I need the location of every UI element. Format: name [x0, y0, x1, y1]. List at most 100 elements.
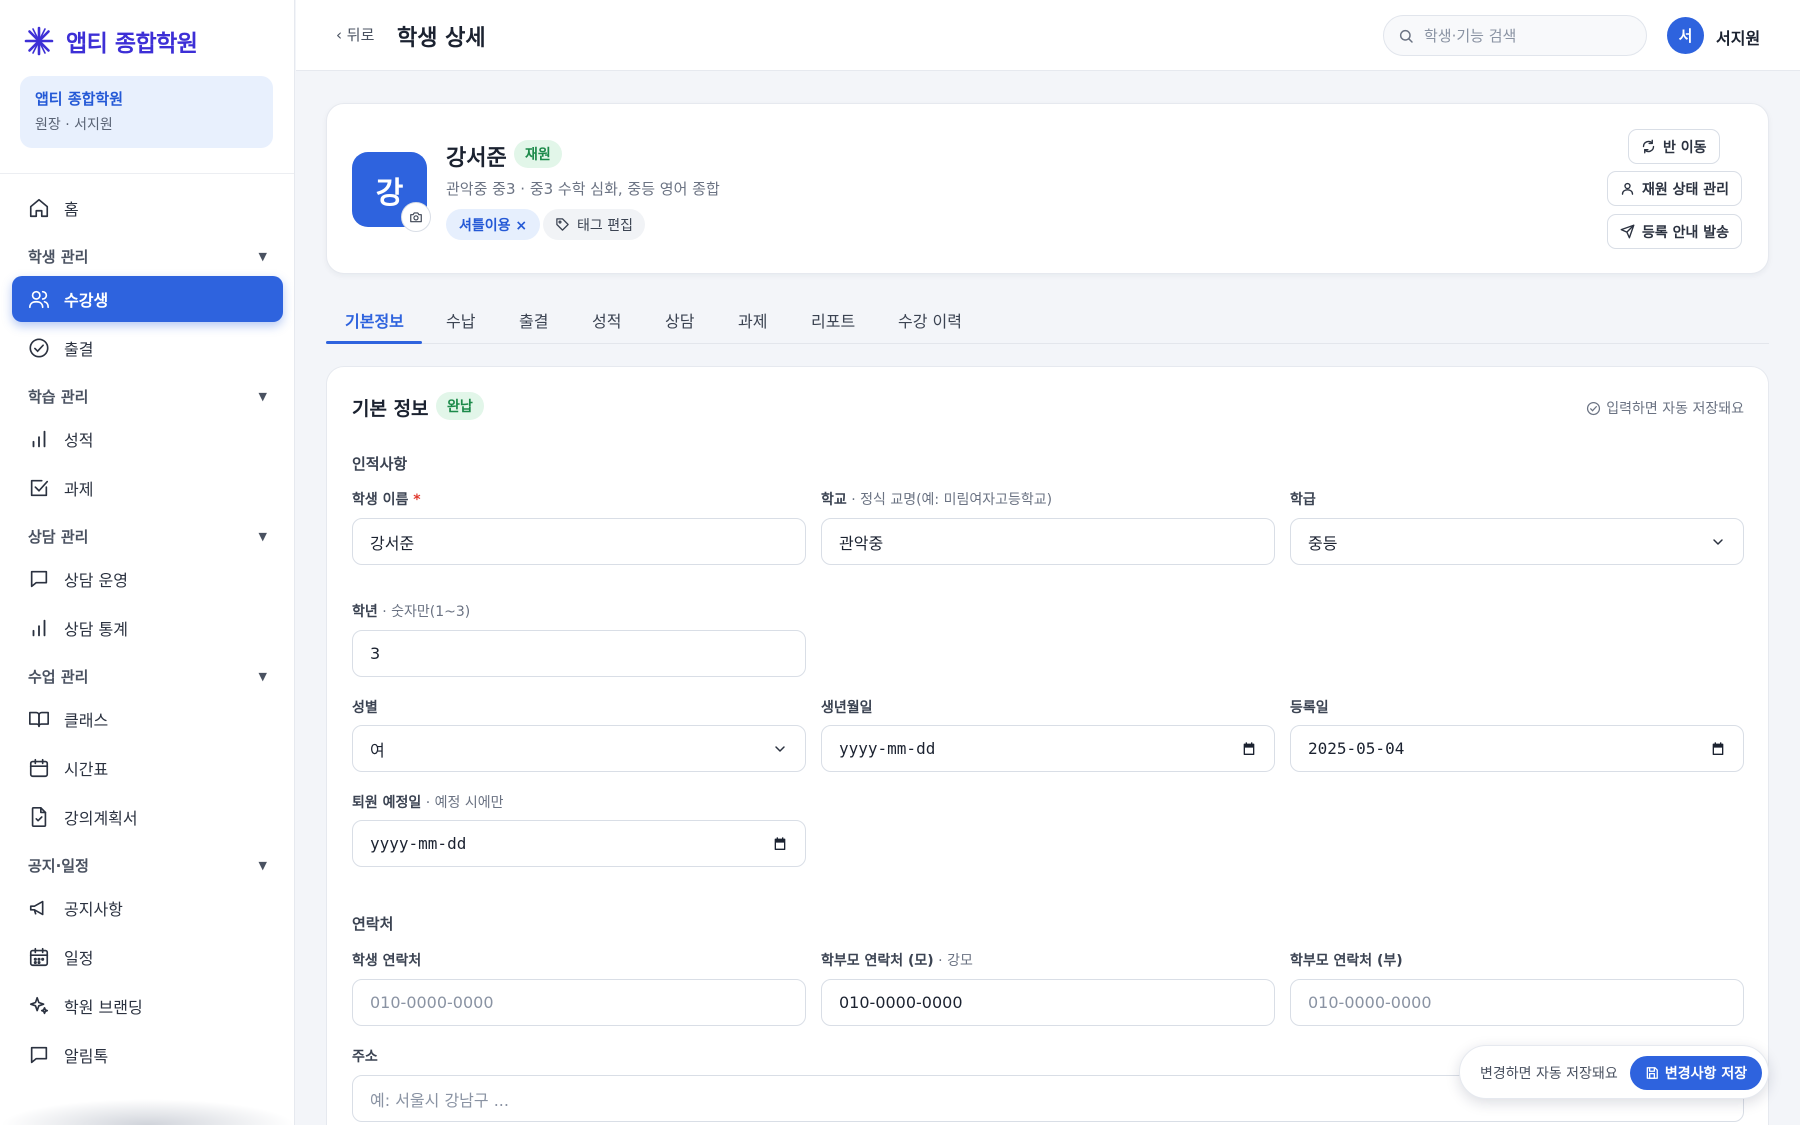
input-value: 관악중	[839, 533, 884, 553]
calendar-days-icon	[28, 946, 50, 968]
bar-chart-icon	[28, 617, 50, 639]
tab-assignments[interactable]: 과제	[738, 308, 767, 332]
father-phone-input[interactable]: 010-0000-0000	[1290, 979, 1744, 1026]
chevron-down-icon	[1710, 534, 1726, 550]
user-avatar[interactable]: 서	[1667, 17, 1704, 54]
search-placeholder: 학생·기능 검색	[1424, 27, 1517, 45]
tab-basic[interactable]: 기본정보	[345, 308, 404, 332]
grade-label: 학년 · 숫자만(1~3)	[352, 601, 470, 621]
tab-history[interactable]: 수강 이력	[898, 308, 962, 332]
bar-chart-icon	[28, 428, 50, 450]
calendar-icon[interactable]	[772, 836, 788, 852]
tag-icon	[555, 217, 570, 232]
level-label: 학급	[1290, 492, 1316, 508]
manage-status-button[interactable]: 재원 상태 관리	[1607, 171, 1743, 206]
message-square-icon	[28, 1044, 50, 1066]
camera-icon[interactable]	[401, 202, 431, 232]
tab-counsel[interactable]: 상담	[665, 308, 694, 332]
sidebar-item-timetable[interactable]: 시간표	[12, 745, 283, 791]
top-bar: ‹ 뒤로 학생 상세 학생·기능 검색 서 서지원	[296, 0, 1800, 71]
input-value: yyyy-mm-dd	[839, 739, 936, 758]
mother-phone-input[interactable]: 010-0000-0000	[821, 979, 1275, 1026]
label-hint: · 강모	[933, 953, 973, 969]
student-name-input[interactable]: 강서준	[352, 518, 806, 565]
sidebar-group-class[interactable]: 수업 관리 ▼	[28, 661, 267, 691]
level-select[interactable]: 중등	[1290, 518, 1744, 565]
calendar-icon[interactable]	[1241, 741, 1257, 757]
sidebar-nav: 홈 학생 관리 ▼ 수강생 출결 학습 관리 ▼ 성적 과제 상담 관리 ▼ 상…	[0, 185, 294, 1081]
tag-chip-shuttle[interactable]: 셔틀이용 ×	[446, 209, 541, 240]
student-subtitle: 관악중 중3 · 중3 수학 심화, 중등 영어 종합	[446, 180, 720, 198]
required-mark: *	[413, 492, 421, 508]
mother-phone-label: 학부모 연락처 (모) · 강모	[821, 950, 973, 970]
sidebar-item-schedule[interactable]: 일정	[12, 934, 283, 980]
input-value: 3	[370, 644, 381, 663]
sidebar-item-assignments[interactable]: 과제	[12, 465, 283, 511]
select-value: 여	[370, 740, 385, 760]
school-input[interactable]: 관악중	[821, 518, 1275, 565]
floating-save-bar: 변경하면 자동 저장돼요 변경사항 저장	[1459, 1045, 1769, 1099]
gender-select[interactable]: 여	[352, 725, 806, 772]
app-logo[interactable]: 앱티 종합학원	[24, 24, 198, 58]
sidebar-item-label: 시간표	[64, 760, 109, 779]
basic-info-card: 기본 정보 완납 입력하면 자동 저장돼요 인적사항 학생 이름 * 강서준 학…	[326, 366, 1769, 1125]
check-circle-icon	[28, 337, 50, 359]
calendar-icon[interactable]	[1710, 741, 1726, 757]
label-text: 학부모 연락처 (모)	[821, 953, 934, 969]
leave-date-input[interactable]: yyyy-mm-dd	[352, 820, 806, 867]
send-enroll-button[interactable]: 등록 안내 발송	[1607, 214, 1743, 249]
move-class-button[interactable]: 반 이동	[1628, 129, 1720, 164]
tab-grades[interactable]: 성적	[592, 308, 621, 332]
sidebar-group-notice[interactable]: 공지·일정 ▼	[28, 850, 267, 880]
student-phone-input[interactable]: 010-0000-0000	[352, 979, 806, 1026]
tag-edit-button[interactable]: 태그 편집	[543, 209, 645, 240]
tab-payment[interactable]: 수납	[446, 308, 475, 332]
sidebar-item-home[interactable]: 홈	[12, 185, 283, 231]
tab-attendance[interactable]: 출결	[519, 308, 548, 332]
label-text: 퇴원 예정일	[352, 795, 422, 811]
sidebar-item-branding[interactable]: 학원 브랜딩	[12, 983, 283, 1029]
sidebar-group-student[interactable]: 학생 관리 ▼	[28, 241, 267, 271]
birth-date-input[interactable]: yyyy-mm-dd	[821, 725, 1275, 772]
input-placeholder: 예: 서울시 강남구 ...	[370, 1090, 509, 1110]
autosave-text: 입력하면 자동 저장돼요	[1606, 401, 1744, 417]
enroll-date-input[interactable]: 2025-05-04	[1290, 725, 1744, 772]
sidebar-group-learning[interactable]: 학습 관리 ▼	[28, 381, 267, 411]
section-contact: 연락처	[352, 915, 394, 933]
group-label: 학생 관리	[28, 247, 89, 266]
input-value: 강서준	[370, 533, 415, 553]
status-badge: 재원	[514, 140, 562, 168]
search-input[interactable]: 학생·기능 검색	[1383, 15, 1647, 56]
label-text: 학교	[821, 492, 847, 508]
sidebar-item-label: 출결	[64, 340, 94, 359]
student-name: 강서준	[446, 146, 507, 171]
user-name[interactable]: 서지원	[1716, 25, 1760, 49]
academy-name: 앱티 종합학원	[35, 90, 124, 108]
sidebar-item-label: 과제	[64, 480, 94, 499]
sidebar-item-students[interactable]: 수강생	[12, 276, 283, 322]
input-value: 2025-05-04	[1308, 739, 1405, 758]
sidebar-item-counsel-ops[interactable]: 상담 운영	[12, 556, 283, 602]
checkbox-icon	[28, 477, 50, 499]
sidebar-item-counsel-stats[interactable]: 상담 통계	[12, 605, 283, 651]
back-link[interactable]: ‹ 뒤로	[336, 24, 374, 45]
sidebar-scroll-fade	[0, 1099, 294, 1125]
app-name: 앱티 종합학원	[66, 31, 198, 57]
group-label: 공지·일정	[28, 856, 89, 875]
sidebar-item-syllabus[interactable]: 강의계획서	[12, 794, 283, 840]
sidebar-item-alimtalk[interactable]: 알림톡	[12, 1032, 283, 1078]
sidebar-item-notices[interactable]: 공지사항	[12, 885, 283, 931]
sidebar-item-grades[interactable]: 성적	[12, 416, 283, 462]
sidebar-item-label: 홈	[64, 200, 79, 219]
tab-report[interactable]: 리포트	[811, 308, 855, 332]
check-circle-icon	[1586, 401, 1601, 416]
sidebar-item-classes[interactable]: 클래스	[12, 696, 283, 742]
sidebar-item-attendance[interactable]: 출결	[12, 325, 283, 371]
grade-input[interactable]: 3	[352, 630, 806, 677]
move-class-label: 반 이동	[1663, 139, 1707, 156]
birth-label: 생년월일	[821, 700, 873, 716]
save-changes-button[interactable]: 변경사항 저장	[1630, 1056, 1762, 1090]
sidebar-item-label: 상담 통계	[64, 620, 128, 639]
academy-card[interactable]: 앱티 종합학원 원장 · 서지원	[20, 76, 273, 148]
sidebar-group-counsel[interactable]: 상담 관리 ▼	[28, 521, 267, 551]
